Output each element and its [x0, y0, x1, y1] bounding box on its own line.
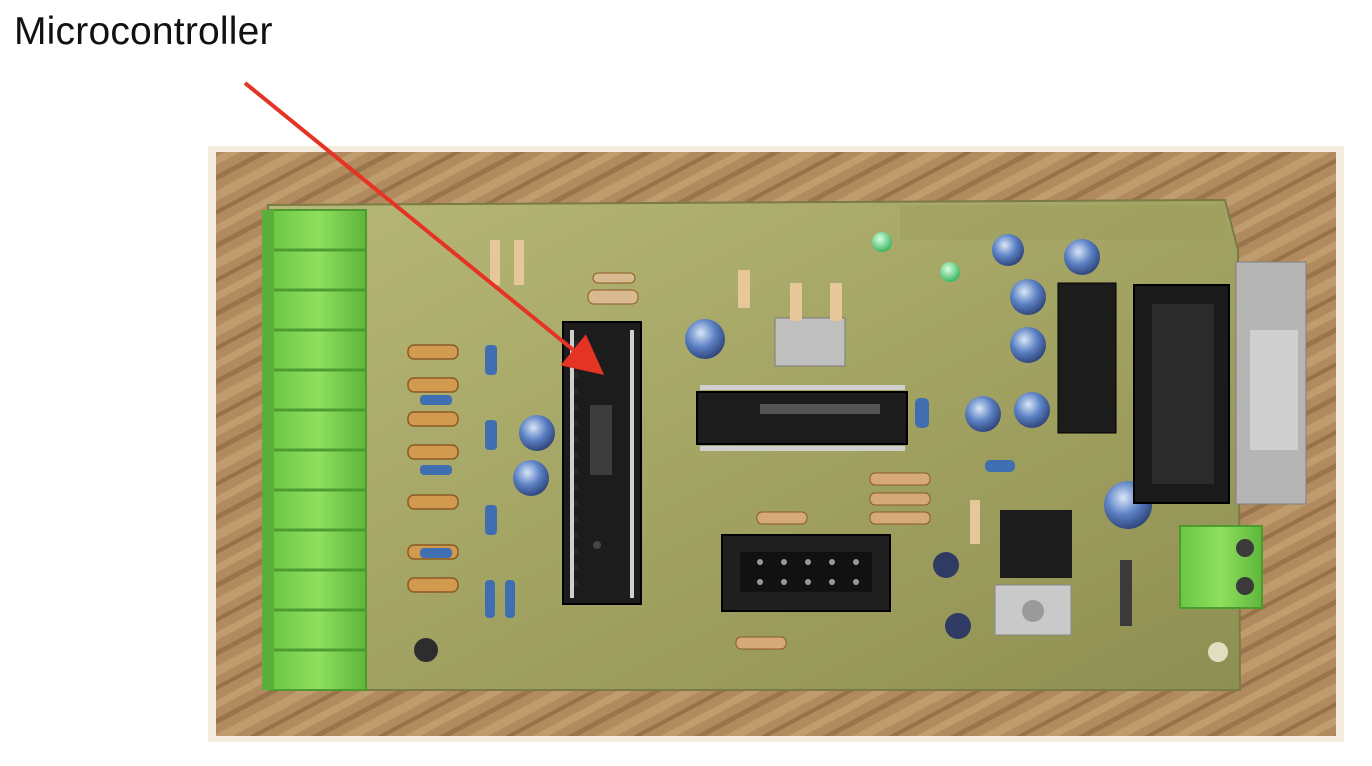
microcontroller-chip	[562, 321, 642, 605]
terminal-block-right	[1179, 525, 1263, 609]
serial-connector	[1133, 261, 1307, 505]
capacitor	[513, 460, 549, 496]
led	[872, 232, 892, 252]
scene	[208, 81, 1344, 742]
pcb-board-photo	[208, 146, 1344, 742]
led	[940, 262, 960, 282]
idc-header	[721, 534, 891, 612]
line-driver-chip	[1057, 282, 1117, 434]
capacitor	[685, 319, 725, 359]
terminal-block-left	[262, 209, 367, 691]
driver-chip	[696, 385, 908, 451]
voltage-regulator	[994, 510, 1072, 636]
crystal	[774, 317, 846, 367]
capacitor	[519, 415, 555, 451]
